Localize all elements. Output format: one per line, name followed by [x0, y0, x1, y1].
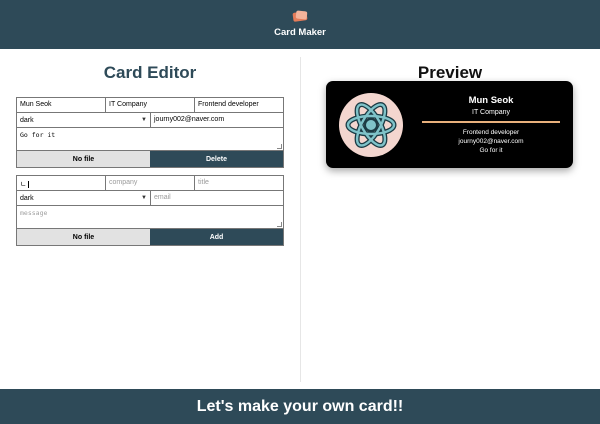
app-footer: Let's make your own card!!	[0, 389, 600, 424]
footer-text: Let's make your own card!!	[196, 397, 404, 415]
text-cursor	[28, 180, 30, 188]
card-divider	[422, 121, 560, 123]
new-company-input[interactable]: company	[106, 176, 195, 190]
message-text: Go for it	[20, 131, 56, 139]
app-title: Card Maker	[274, 27, 326, 38]
add-button[interactable]: Add	[150, 229, 283, 245]
message-textarea[interactable]: Go for it	[17, 128, 283, 151]
card-name: Mun Seok	[468, 95, 514, 106]
company-input[interactable]: IT Company	[106, 98, 195, 112]
new-name-value: ㄴ	[20, 181, 27, 188]
new-message-placeholder: message	[20, 209, 48, 217]
resize-grip-icon[interactable]	[277, 144, 282, 149]
card-info: Mun Seok IT Company Frontend developer j…	[422, 95, 560, 155]
react-atom-icon	[345, 102, 397, 148]
new-title-input[interactable]: title	[195, 176, 283, 190]
card-add-form: ㄴ company title dark ▼ email message No …	[16, 175, 284, 246]
new-file-upload-button[interactable]: No file	[17, 229, 150, 245]
new-message-textarea[interactable]: message	[17, 206, 283, 229]
new-theme-select-value: dark	[20, 194, 34, 202]
new-name-input[interactable]: ㄴ	[17, 176, 106, 190]
card-company: IT Company	[472, 109, 510, 116]
theme-select[interactable]: dark ▼	[17, 113, 151, 127]
email-input[interactable]: journy002@naver.com	[151, 113, 283, 127]
theme-select-value: dark	[20, 116, 34, 124]
file-upload-button[interactable]: No file	[17, 151, 150, 167]
card-message: Go for it	[479, 147, 503, 154]
editor-title: Card Editor	[103, 63, 197, 82]
chevron-down-icon: ▼	[141, 195, 147, 201]
card-edit-form: Mun Seok IT Company Frontend developer d…	[16, 97, 284, 168]
new-theme-select[interactable]: dark ▼	[17, 191, 151, 205]
card-email: journy002@naver.com	[458, 138, 524, 145]
delete-button[interactable]: Delete	[150, 151, 283, 167]
card-title: Frontend developer	[462, 129, 520, 136]
chevron-down-icon: ▼	[141, 117, 147, 123]
card-maker-logo-icon	[292, 10, 308, 23]
app-header: Card Maker	[0, 0, 600, 49]
avatar	[339, 93, 403, 157]
new-email-input[interactable]: email	[151, 191, 283, 205]
name-input[interactable]: Mun Seok	[17, 98, 106, 112]
section-divider	[300, 57, 301, 382]
title-input[interactable]: Frontend developer	[195, 98, 283, 112]
preview-card: Mun Seok IT Company Frontend developer j…	[326, 81, 573, 168]
preview-title: Preview	[417, 63, 483, 82]
resize-grip-icon[interactable]	[277, 222, 282, 227]
